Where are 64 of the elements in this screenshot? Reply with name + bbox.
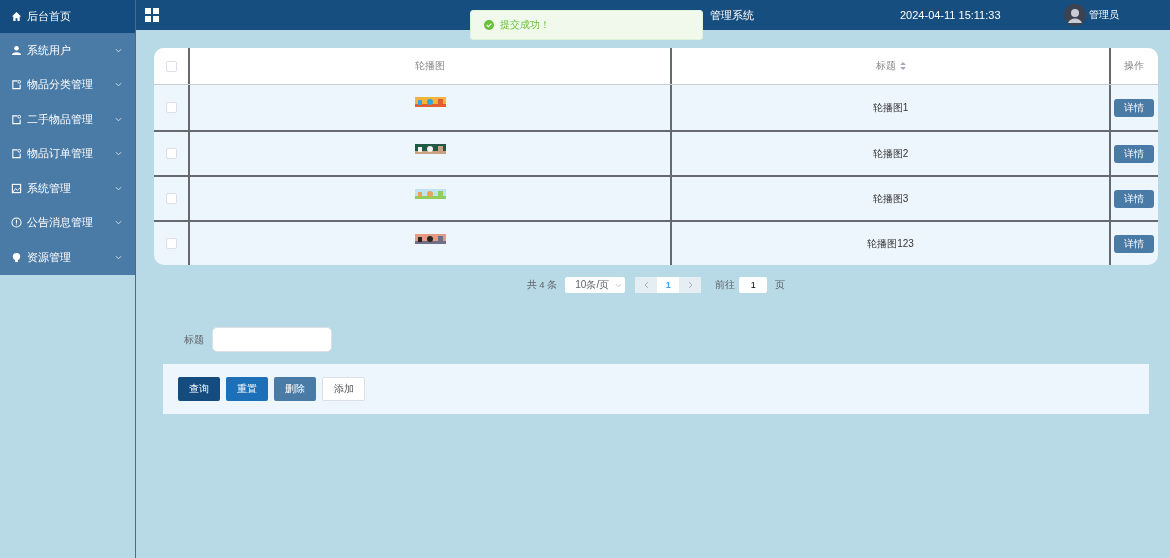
image-icon [11, 182, 22, 194]
user-icon [11, 44, 22, 56]
date-time: 2024-04-11 15:11:33 [900, 9, 1001, 21]
table-cell: 轮播图1 [872, 100, 909, 115]
checkbox[interactable] [165, 238, 177, 249]
sidebar-menu-item[interactable]: 物品分类管理 [0, 67, 135, 102]
checkbox[interactable] [165, 60, 177, 72]
page-suffix: 页 [775, 278, 786, 292]
chevron-down-icon [115, 185, 122, 191]
checkbox[interactable] [165, 148, 177, 159]
user-name[interactable]: 管理员 [1088, 8, 1119, 22]
sidebar-menu-item[interactable]: 二手物品管理 [0, 102, 135, 137]
title-input-field[interactable] [212, 327, 332, 352]
page-button[interactable]: 1 [657, 277, 680, 293]
document-icon [11, 79, 22, 91]
field-label: 标题 [184, 332, 204, 347]
table-cell: 轮播图2 [872, 146, 909, 161]
document-icon [11, 148, 22, 160]
details-button[interactable]: 详情 [1113, 98, 1154, 117]
sidebar-menu-item[interactable]: 系统用户 [0, 33, 135, 68]
details-button[interactable]: 详情 [1113, 234, 1154, 253]
checkbox[interactable] [165, 193, 177, 204]
home-menu-item[interactable]: 后台首页 [0, 0, 135, 33]
chevron-down-icon [115, 151, 122, 157]
document-icon [11, 113, 22, 125]
sidebar-menu-item[interactable]: 资源管理 [0, 240, 135, 275]
toast-text: 提交成功！ [500, 18, 550, 32]
sidebar-menu-item[interactable]: 系统管理 [0, 171, 135, 206]
avatar[interactable] [1063, 4, 1086, 26]
sort-icon[interactable] [899, 62, 906, 70]
action-button[interactable]: 查询 [178, 377, 220, 401]
action-button[interactable]: 删除 [274, 377, 316, 401]
column-header: 轮播图 [415, 59, 445, 73]
sidebar-menu-item[interactable]: 公告消息管理 [0, 205, 135, 240]
details-button[interactable]: 详情 [1113, 189, 1154, 208]
checkbox[interactable] [165, 102, 177, 113]
check-circle-icon [484, 20, 494, 30]
action-button[interactable]: 添加 [322, 377, 365, 401]
bulb-icon [11, 251, 22, 263]
home-icon [11, 11, 22, 22]
chevron-left-icon [643, 281, 649, 289]
details-button[interactable]: 详情 [1113, 144, 1154, 163]
column-header: 标题 [875, 59, 896, 73]
total-count: 共 4 条 [526, 278, 558, 292]
page-input[interactable]: 1 [739, 277, 768, 293]
column-header: 操作 [1123, 59, 1144, 73]
action-button[interactable]: 重置 [226, 377, 268, 401]
chevron-down-icon [115, 254, 122, 260]
chevron-down-icon [615, 282, 623, 288]
sidebar-menu-item[interactable]: 物品订单管理 [0, 136, 135, 171]
chevron-right-icon [687, 281, 693, 289]
app-title: 管理系统 [710, 7, 754, 23]
chevron-down-icon [115, 82, 122, 88]
next-page-button[interactable] [679, 277, 702, 293]
table-cell: 轮播图3 [872, 191, 909, 206]
chevron-down-icon [115, 220, 122, 226]
table-cell: 轮播图123 [867, 236, 914, 251]
page-size-select[interactable]: 10条/页 [565, 277, 626, 293]
chevron-down-icon [115, 47, 122, 53]
prev-page-button[interactable] [635, 277, 658, 293]
info-icon [11, 217, 22, 229]
goto-label: 前往 [715, 278, 736, 292]
grid-menu-icon[interactable] [145, 8, 159, 22]
chevron-down-icon [115, 116, 122, 122]
